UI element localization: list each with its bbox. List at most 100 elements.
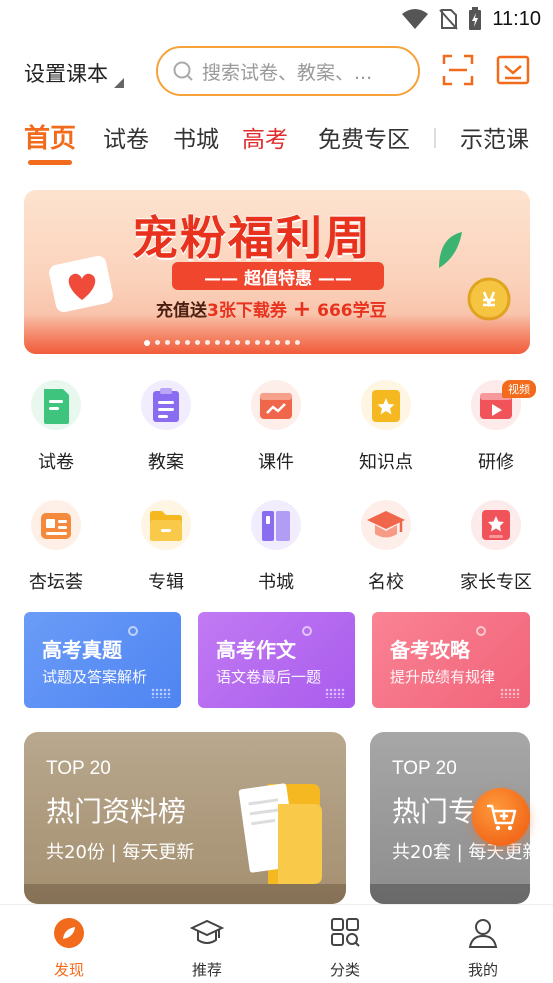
carousel-dot [215, 340, 220, 345]
knowledge-icon [361, 380, 411, 430]
grid-item-famous-school[interactable]: 名校 [336, 500, 436, 594]
promo-gaokao-essay[interactable]: 高考作文 语文卷最后一题 [198, 612, 355, 708]
banner-subtitle: —— 超值特惠 —— [172, 262, 384, 290]
grid-label: 教案 [148, 452, 184, 473]
grid-item-training[interactable]: 视频 研修 [446, 380, 546, 474]
rank-title: 热门专 [392, 795, 477, 828]
bottom-nav-label: 推荐 [191, 961, 222, 979]
lesson-plan-icon [141, 380, 191, 430]
courseware-icon [251, 380, 301, 430]
decor-ring [302, 626, 312, 636]
promo-title: 高考作文 [216, 638, 296, 662]
rank-top-label: TOP 20 [46, 758, 111, 779]
grid-label: 试卷 [38, 452, 74, 473]
grid-item-knowledge[interactable]: 知识点 [336, 380, 436, 474]
search-icon [173, 61, 193, 81]
top-bar: 设置课本 搜索试卷、教案、... [0, 44, 553, 98]
carousel-dot [245, 340, 250, 345]
decor-dots [500, 688, 520, 698]
bottom-nav-category[interactable]: 分类 [305, 917, 385, 980]
bottom-nav-discover[interactable]: 发现 [29, 917, 109, 980]
set-textbook-label: 设置课本 [24, 62, 108, 86]
message-icon[interactable] [496, 54, 530, 86]
tab-demo-class[interactable]: 示范课 [460, 120, 529, 154]
carousel-dot [175, 340, 180, 345]
battery-charging-icon [469, 7, 482, 30]
carousel-dot [144, 340, 150, 346]
bottom-nav-label: 分类 [329, 961, 360, 979]
grid-label: 名校 [368, 572, 404, 593]
carousel-dot [285, 340, 290, 345]
carousel-dot [185, 340, 190, 345]
tab-home[interactable]: 首页 [24, 118, 76, 155]
grid-item-courseware[interactable]: 课件 [226, 380, 326, 474]
graduation-cap-icon [189, 919, 225, 944]
grid-item-album[interactable]: 专辑 [116, 500, 216, 594]
promo-exam-strategy[interactable]: 备考攻略 提升成绩有规律 [372, 612, 530, 708]
banner-title: 宠粉福利周 [132, 211, 372, 265]
grid-item-bookstore[interactable]: 书城 [226, 500, 326, 594]
decor-dots [325, 688, 345, 698]
bookstore-icon [251, 500, 301, 550]
grid-item-forum[interactable]: 杏坛荟 [6, 500, 106, 594]
active-tab-indicator [28, 160, 72, 165]
promo-subtitle: 提升成绩有规律 [390, 668, 496, 686]
promo-subtitle: 试题及答案解析 [42, 668, 148, 686]
rank-top-label: TOP 20 [392, 758, 457, 779]
corner-triangle-icon [114, 78, 124, 88]
carousel-dot [225, 340, 230, 345]
cart-fab-button[interactable] [472, 788, 530, 846]
scan-icon[interactable] [442, 54, 474, 86]
bottom-nav-label: 我的 [467, 961, 498, 979]
grid-label: 知识点 [359, 452, 413, 473]
forum-icon [31, 500, 81, 550]
rank-title: 热门资料榜 [46, 795, 187, 828]
carousel-dot [295, 340, 300, 345]
tab-divider [434, 128, 436, 148]
search-input[interactable]: 搜索试卷、教案、... [156, 46, 420, 96]
tab-gaokao[interactable]: 高考 [242, 120, 288, 154]
search-placeholder: 搜索试卷、教案、... [202, 61, 373, 84]
ranking-card-materials[interactable]: TOP 20 热门资料榜 共20份 | 每天更新 [24, 732, 346, 904]
bottom-nav-label: 发现 [53, 961, 84, 979]
carousel-dot [255, 340, 260, 345]
rank-card-footer [370, 884, 530, 904]
tab-bookstore[interactable]: 书城 [173, 120, 219, 154]
rank-card-footer [24, 884, 346, 904]
bottom-nav-recommend[interactable]: 推荐 [167, 917, 247, 980]
decor-ring [476, 626, 486, 636]
set-textbook-button[interactable]: 设置课本 [24, 58, 124, 88]
grid-label: 书城 [258, 572, 294, 593]
discover-icon [54, 918, 84, 948]
cart-icon [487, 804, 517, 831]
rank-subtitle: 共20份 | 每天更新 [46, 842, 195, 863]
promo-gaokao-real-exam[interactable]: 高考真题 试题及答案解析 [24, 612, 181, 708]
decor-ring [128, 626, 138, 636]
exam-paper-icon [31, 380, 81, 430]
grid-label: 专辑 [148, 572, 184, 593]
tab-exam[interactable]: 试卷 [103, 120, 149, 154]
grid-item-parent-zone[interactable]: 家长专区 [446, 500, 546, 594]
leaf-decor-icon [439, 232, 462, 268]
video-badge: 视频 [502, 380, 536, 398]
grid-item-exam[interactable]: 试卷 [6, 380, 106, 474]
bottom-nav-mine[interactable]: 我的 [443, 917, 523, 980]
promo-title: 高考真题 [42, 638, 122, 662]
tab-free-zone[interactable]: 免费专区 [318, 120, 410, 154]
carousel-dot [275, 340, 280, 345]
wifi-icon [402, 9, 429, 29]
promo-banner[interactable]: 宠粉福利周 —— 超值特惠 —— 充值送3张下载券 + 666学豆 [24, 190, 530, 354]
carousel-dot [265, 340, 270, 345]
carousel-dot [195, 340, 200, 345]
grid-item-lesson-plan[interactable]: 教案 [116, 380, 216, 474]
grid-label: 杏坛荟 [29, 572, 83, 593]
no-sim-icon [439, 9, 459, 30]
category-tabs: 首页 试卷 书城 高考 免费专区 示范课 [24, 118, 553, 165]
banner-bottom-band [24, 314, 530, 354]
bottom-navigation: 发现 推荐 分类 我的 [0, 904, 553, 983]
promo-title: 备考攻略 [390, 638, 470, 662]
famous-school-icon [361, 500, 411, 550]
carousel-dot [155, 340, 160, 345]
carousel-dot [165, 340, 170, 345]
heart-card-icon [49, 255, 113, 313]
